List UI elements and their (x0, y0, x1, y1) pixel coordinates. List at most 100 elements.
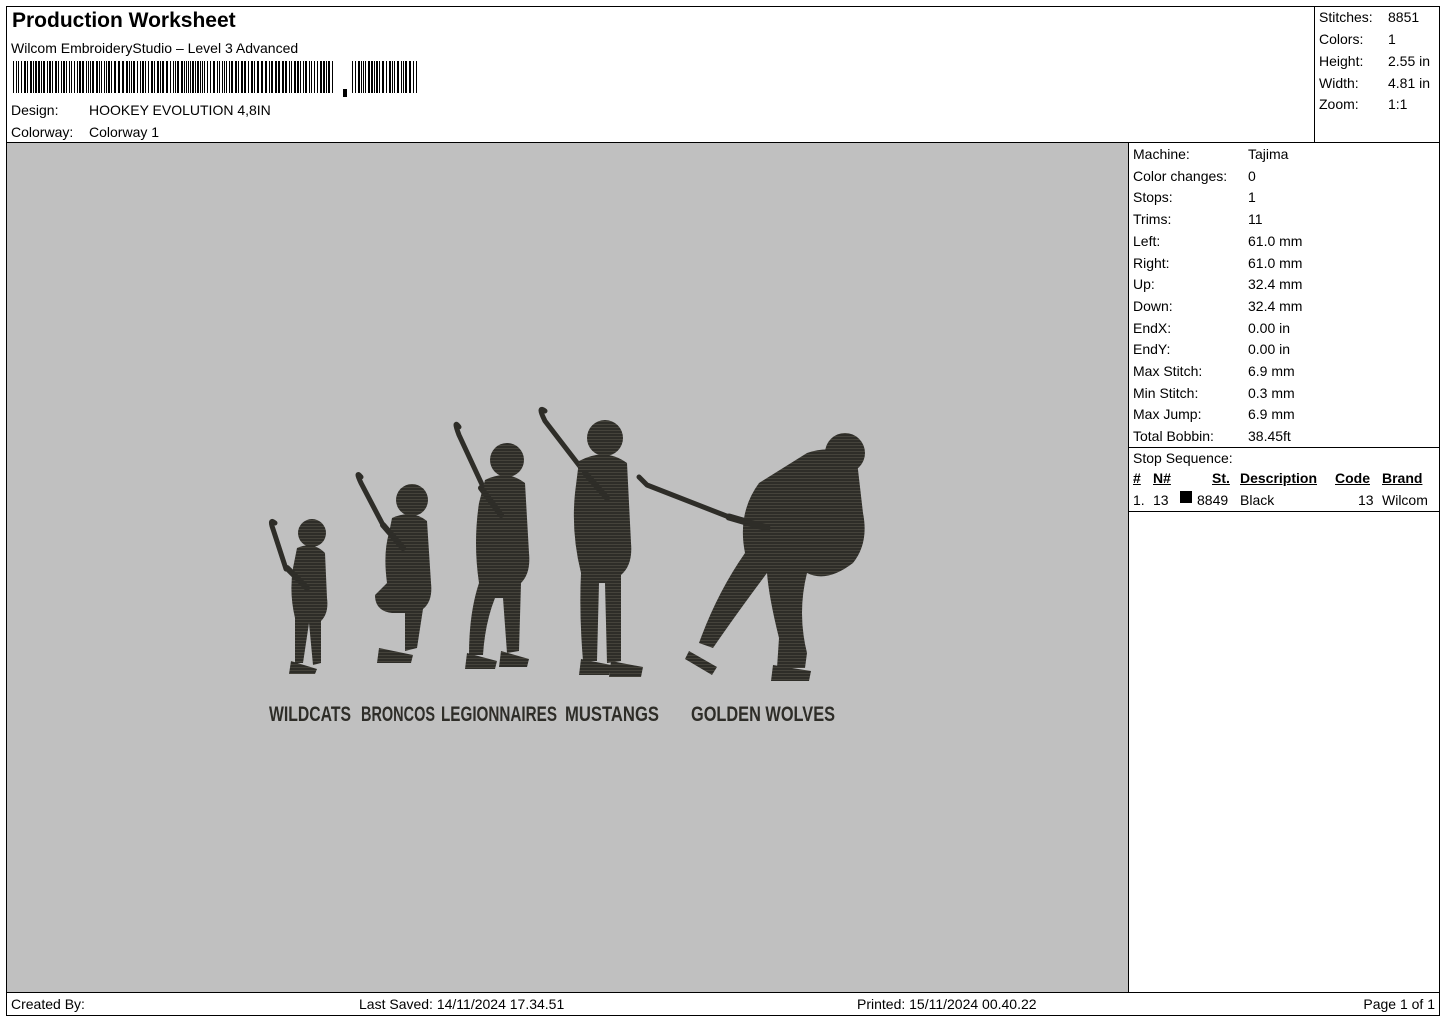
barcode-bar (33, 61, 34, 93)
barcode-bar (69, 61, 70, 93)
stat-label: Zoom: (1319, 96, 1359, 112)
barcode-bar (71, 61, 72, 93)
machine-info-value: 0.00 in (1248, 341, 1291, 358)
barcode-bar (195, 61, 196, 93)
barcode-bar (157, 61, 159, 93)
worksheet-footer: Created By: Last Saved: 14/11/2024 17.34… (6, 992, 1440, 1016)
barcode-bar (63, 61, 65, 93)
stat-label: Colors: (1319, 31, 1364, 47)
col-header-code: Code (1335, 470, 1370, 486)
barcode-bar (131, 61, 132, 93)
barcode-bar (314, 61, 315, 93)
hockey-player-2 (355, 472, 432, 663)
barcode-bar (332, 61, 333, 93)
barcode-bar (413, 61, 414, 93)
stat-value: 1 (1388, 31, 1396, 47)
barcode-bar (229, 61, 230, 93)
barcode-bar (162, 61, 164, 93)
stat-value: 8851 (1388, 9, 1420, 25)
barcode-bar (207, 61, 208, 93)
machine-info-label: Down: (1133, 297, 1173, 314)
barcode-bar (355, 61, 356, 93)
barcode-bar (175, 61, 176, 93)
design-label-broncos: BRONCOS (361, 703, 435, 726)
barcode-bar (226, 61, 227, 93)
col-header-num: # (1133, 470, 1141, 486)
barcode-bar (278, 61, 280, 93)
machine-info-value: 61.0 mm (1248, 254, 1303, 271)
barcode-bar (275, 61, 277, 93)
barcode-bar (235, 61, 237, 93)
barcode-bar (352, 61, 353, 93)
barcode-bar (371, 61, 373, 93)
machine-info-value: 11 (1248, 211, 1263, 228)
machine-info-label: Trims: (1133, 211, 1172, 228)
barcode-bar (35, 61, 37, 93)
barcode-bar (21, 61, 22, 93)
hockey-player-3 (453, 421, 530, 669)
design-label-golden-wolves: GOLDEN WOLVES (691, 703, 835, 726)
barcode-bar (106, 61, 107, 93)
created-by: Created By: (11, 996, 85, 1012)
barcode-bar (86, 61, 87, 93)
barcode-bar (133, 61, 135, 93)
barcode-bar (190, 61, 191, 93)
barcode-bar (13, 61, 14, 93)
barcode-bar (111, 61, 112, 93)
barcode-bar (52, 61, 53, 93)
barcode-bar (238, 61, 239, 93)
barcode-bar (170, 61, 171, 93)
machine-info-value: 1 (1248, 189, 1256, 206)
stat-label: Width: (1319, 75, 1359, 91)
stop-row-stitches: 8849 (1197, 492, 1229, 508)
barcode-bar (309, 61, 310, 93)
barcode-bar (231, 61, 233, 93)
printed-date: Printed: 15/11/2024 00.40.22 (857, 996, 1037, 1012)
machine-info-value: 32.4 mm (1248, 297, 1303, 314)
stat-value: 1:1 (1388, 96, 1408, 112)
barcode-bar (248, 61, 249, 93)
barcode-bar (16, 61, 17, 93)
barcode-bar (285, 61, 287, 93)
barcode-bar (160, 61, 161, 93)
barcode-bar (58, 61, 59, 93)
barcode-bar (386, 61, 387, 93)
barcode-bar (405, 61, 407, 93)
barcode-bar (18, 61, 19, 93)
stop-row-brand: Wilcom (1382, 492, 1428, 508)
barcode-bar (49, 61, 51, 93)
machine-info-label: Left: (1133, 232, 1161, 249)
design-preview: WILDCATS BRONCOS LEGIONNAIRES MUSTANGS G… (6, 142, 1129, 993)
stat-value: 4.81 in (1388, 75, 1431, 91)
barcode-bar (145, 61, 146, 93)
software-name: Wilcom EmbroideryStudio – Level 3 Advanc… (11, 40, 299, 56)
barcode-bar (328, 61, 330, 93)
design-label-legionnaires: LEGIONNAIRES (441, 703, 557, 726)
barcode-bar (217, 61, 218, 93)
barcode-bar (74, 61, 75, 93)
barcode-bar (90, 61, 91, 93)
barcode-bar (66, 61, 67, 93)
stop-sequence-title: Stop Sequence: (1133, 450, 1233, 466)
barcode-bar (99, 61, 100, 93)
barcode-bar (173, 61, 174, 93)
barcode-bar (142, 61, 144, 93)
machine-info-value: 0.00 in (1248, 319, 1291, 336)
design-label-wildcats: WILDCATS (269, 703, 351, 726)
barcode-bar (320, 61, 322, 93)
machine-info: Machine: Tajima Color changes: 0 Stops: 1 Trim… (1128, 142, 1440, 448)
stat-label: Height: (1319, 53, 1364, 69)
barcode-bar (392, 61, 393, 93)
worksheet-header: Production Worksheet Wilcom EmbroiderySt… (6, 6, 1315, 143)
color-swatch (1180, 491, 1192, 503)
barcode-bar (265, 61, 267, 93)
barcode-bar (137, 61, 138, 93)
barcode-bar (104, 61, 105, 93)
barcode-bar (213, 61, 215, 93)
machine-info-value: 6.9 mm (1248, 363, 1295, 379)
barcode-bar (200, 61, 201, 93)
barcode-bar (300, 61, 301, 93)
machine-info-label: Stops: (1133, 189, 1173, 206)
barcode-bar (368, 61, 370, 93)
barcode-bar (92, 61, 94, 93)
